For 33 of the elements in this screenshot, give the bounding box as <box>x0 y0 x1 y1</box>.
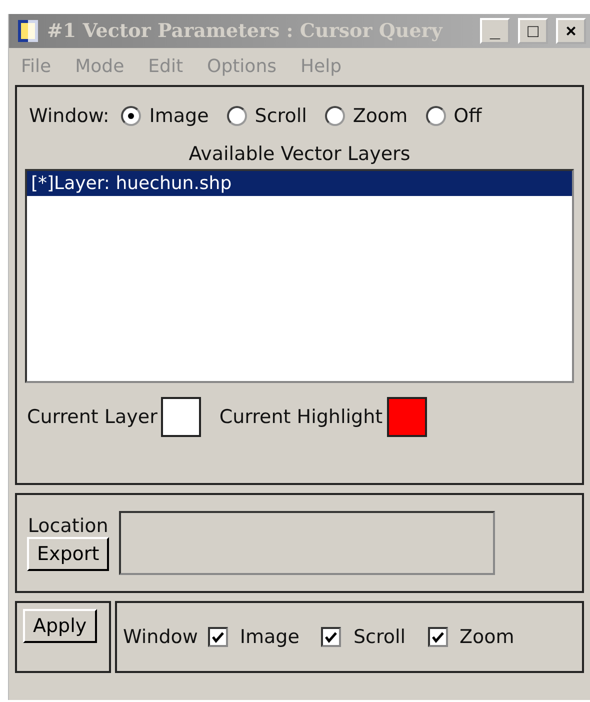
window-label: Window <box>123 626 198 648</box>
swatch-label: Current Highlight <box>219 406 383 428</box>
checkbox-label[interactable]: Zoom <box>460 626 514 648</box>
checkbox[interactable] <box>321 627 342 647</box>
apply-button[interactable]: Apply <box>23 609 97 643</box>
radio-button[interactable] <box>324 106 345 126</box>
export-button[interactable]: Export <box>27 537 110 571</box>
location-label: Location <box>28 515 108 537</box>
radio-label[interactable]: Image <box>149 105 209 127</box>
radio-label[interactable]: Off <box>454 105 482 127</box>
swatch-label: Current Layer <box>27 406 158 428</box>
checkmark-icon <box>432 631 444 643</box>
checkbox-label[interactable]: Scroll <box>353 626 406 648</box>
checkbox[interactable] <box>208 627 228 647</box>
radio-button[interactable] <box>426 106 446 126</box>
checkbox-label[interactable]: Image <box>240 626 300 648</box>
window-label: Window: <box>29 105 110 127</box>
list-title: Available Vector Layers <box>188 143 410 165</box>
checkmark-icon <box>212 631 224 643</box>
app-icon <box>17 19 39 43</box>
radio-button[interactable] <box>226 106 247 126</box>
location-field[interactable] <box>119 511 496 575</box>
radio-label[interactable]: Zoom <box>352 105 408 127</box>
color-swatch[interactable] <box>161 397 202 437</box>
minimize-button[interactable]: _ <box>480 18 510 44</box>
checkmark-icon <box>325 631 338 643</box>
maximize-button[interactable]: □ <box>518 18 548 44</box>
checkbox[interactable] <box>428 627 448 647</box>
color-swatch[interactable] <box>386 397 427 437</box>
close-button[interactable]: × <box>556 18 586 44</box>
radio-label[interactable]: Scroll <box>254 105 307 127</box>
radio-button[interactable] <box>121 106 142 126</box>
layer-item[interactable]: [*]Layer: huechun.shp <box>27 171 572 196</box>
